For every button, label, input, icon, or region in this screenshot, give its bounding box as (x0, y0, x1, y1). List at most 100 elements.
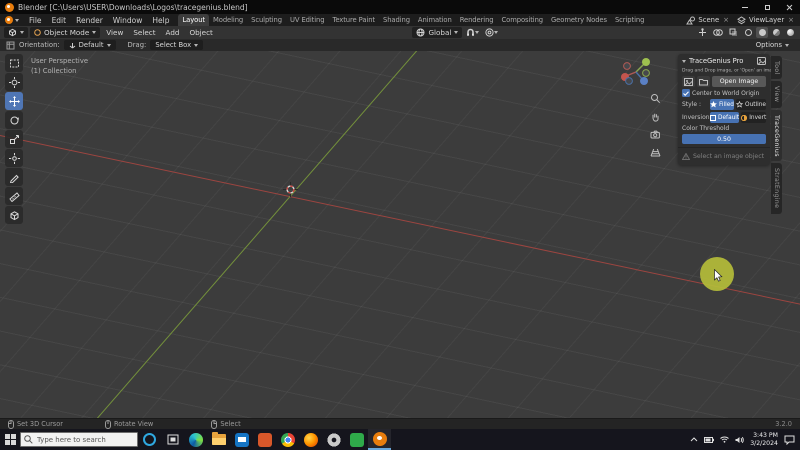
tool-rotate[interactable] (5, 111, 23, 129)
workspace-tab-modeling[interactable]: Modeling (209, 14, 247, 26)
taskbar-app-edge[interactable] (184, 429, 207, 450)
center-origin-checkbox[interactable] (682, 89, 690, 97)
inversion-label: Inversion : (682, 114, 708, 121)
browse-file-button[interactable] (697, 76, 710, 87)
tool-select-box[interactable] (5, 54, 23, 72)
zoom-control[interactable] (650, 93, 661, 104)
inversion-default-label: Default (718, 115, 739, 121)
taskbar-app-green[interactable] (345, 429, 368, 450)
shading-rendered-button[interactable] (784, 27, 796, 38)
viewlayer-name[interactable]: ViewLayer (749, 16, 784, 24)
sidebar-tab-tracegenius[interactable]: TraceGenius (771, 110, 782, 162)
taskbar-app-blender-active[interactable] (368, 429, 391, 450)
start-button[interactable] (0, 429, 20, 450)
viewport-3d[interactable]: User Perspective (1) Collection (0, 51, 800, 418)
workspace-tab-shading[interactable]: Shading (379, 14, 414, 26)
scene-unlink-icon[interactable]: × (722, 16, 730, 24)
taskbar-app-mail[interactable] (230, 429, 253, 450)
sidebar-tab-view[interactable]: View (771, 81, 782, 107)
sidebar-tab-tool[interactable]: Tool (771, 56, 782, 79)
navigation-gizmo[interactable] (618, 54, 654, 90)
menu-help[interactable]: Help (147, 14, 174, 26)
style-filled-button[interactable]: Filled (710, 99, 734, 110)
xray-toggle[interactable] (727, 28, 740, 37)
volume-tray-button[interactable] (735, 436, 744, 444)
show-overlays-toggle[interactable] (711, 28, 725, 37)
pan-control[interactable] (650, 111, 661, 122)
sidebar-tab-stratengine[interactable]: StratEngine (771, 163, 782, 213)
menu-window[interactable]: Window (108, 14, 148, 26)
panel-header[interactable]: TraceGenius Pro (682, 56, 766, 67)
menu-object[interactable]: Object (185, 28, 216, 37)
editor-type-button[interactable] (4, 27, 28, 38)
menu-render[interactable]: Render (71, 14, 108, 26)
workspace-tab-scripting[interactable]: Scripting (611, 14, 648, 26)
scene-name[interactable]: Scene (698, 16, 719, 24)
blender-menu-button[interactable] (0, 14, 24, 26)
taskbar-app-firefox[interactable] (299, 429, 322, 450)
tool-measure[interactable] (5, 187, 23, 205)
orientation-dropdown[interactable]: Default (64, 40, 116, 50)
workspace-tab-compositing[interactable]: Compositing (498, 14, 548, 26)
search-input[interactable] (20, 432, 138, 447)
overlays-icon (713, 28, 723, 37)
collection-label: (1) Collection (31, 66, 88, 76)
shading-material-button[interactable] (770, 27, 782, 38)
minimize-button[interactable] (734, 0, 756, 14)
tool-add-cube[interactable] (5, 206, 23, 224)
workspace-tab-texture-paint[interactable]: Texture Paint (328, 14, 379, 26)
viewport-overlay-text: User Perspective (1) Collection (31, 56, 88, 76)
tool-transform[interactable] (5, 149, 23, 167)
show-gizmo-toggle[interactable] (696, 28, 709, 37)
tool-scale[interactable] (5, 130, 23, 148)
taskbar-app-store[interactable] (253, 429, 276, 450)
star-outline-icon (736, 101, 743, 108)
menu-file[interactable]: File (24, 14, 47, 26)
workspace-tab-geometry-nodes[interactable]: Geometry Nodes (547, 14, 611, 26)
threshold-value: 0.50 (717, 136, 731, 143)
network-tray-button[interactable] (720, 436, 729, 443)
tool-cursor[interactable] (5, 73, 23, 91)
taskbar-clock[interactable]: 3:43 PM 3/2/2024 (750, 432, 778, 447)
tool-annotate[interactable] (5, 168, 23, 186)
proportional-edit-toggle[interactable] (483, 28, 500, 37)
action-center-button[interactable] (784, 435, 795, 445)
snap-toggle[interactable] (464, 28, 481, 37)
menu-select[interactable]: Select (129, 28, 159, 37)
style-outline-button[interactable]: Outline (736, 99, 766, 110)
inversion-invert-button[interactable]: Invert (741, 112, 766, 123)
color-threshold-slider[interactable]: 0.50 (682, 134, 766, 144)
workspace-tab-layout[interactable]: Layout (178, 14, 209, 26)
hidden-icons-button[interactable] (690, 437, 698, 442)
taskbar-app-explorer[interactable] (207, 429, 230, 450)
close-button[interactable] (778, 0, 800, 14)
maximize-button[interactable] (756, 0, 778, 14)
tool-move[interactable] (5, 92, 23, 110)
mode-selector[interactable]: Object Mode (30, 27, 100, 38)
taskbar-app-settings[interactable] (322, 429, 345, 450)
workspace-tab-animation[interactable]: Animation (414, 14, 456, 26)
menu-edit[interactable]: Edit (47, 14, 72, 26)
battery-tray-button[interactable] (704, 437, 714, 443)
shading-solid-button[interactable] (756, 27, 768, 38)
open-image-button[interactable]: Open Image (712, 76, 766, 87)
camera-view-control[interactable] (650, 129, 661, 140)
task-view-button[interactable] (161, 429, 184, 450)
viewlayer-unlink-icon[interactable]: × (787, 16, 795, 24)
drag-dropdown[interactable]: Select Box (150, 40, 203, 50)
workspace-tab-uv-editing[interactable]: UV Editing (286, 14, 328, 26)
transform-orientation-selector[interactable]: Global (412, 27, 462, 38)
menu-add[interactable]: Add (162, 28, 184, 37)
inversion-default-button[interactable]: Default (710, 112, 739, 123)
workspace-tab-sculpting[interactable]: Sculpting (247, 14, 286, 26)
perspective-toggle-control[interactable] (650, 147, 661, 158)
menu-view[interactable]: View (102, 28, 127, 37)
axis-icon (69, 42, 76, 49)
taskbar-app-chrome[interactable] (276, 429, 299, 450)
workspace-tab-rendering[interactable]: Rendering (456, 14, 498, 26)
options-dropdown[interactable]: Options (751, 40, 794, 50)
image-datablock-button[interactable] (682, 76, 695, 87)
shading-wireframe-button[interactable] (742, 27, 754, 38)
cortana-button[interactable] (138, 429, 161, 450)
viewport-header: Object Mode View Select Add Object Globa… (0, 26, 800, 39)
